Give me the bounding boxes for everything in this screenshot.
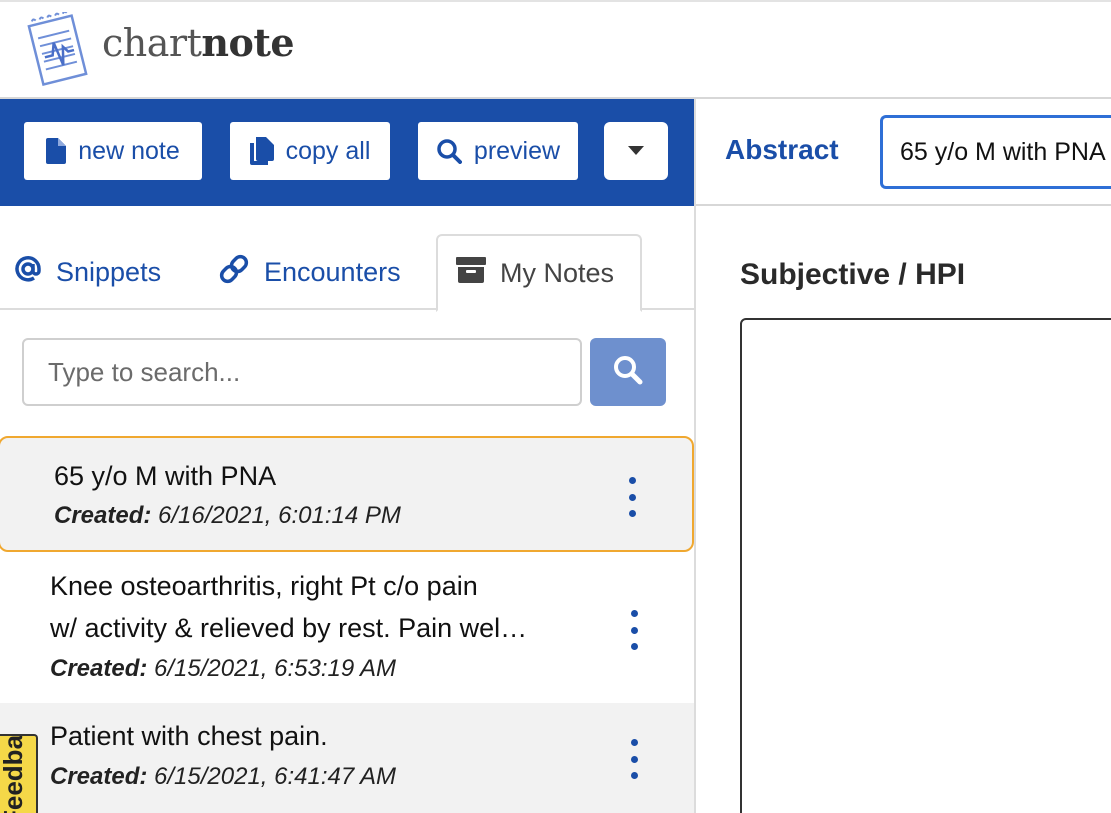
abstract-input[interactable] [880, 115, 1111, 189]
more-options-dropdown[interactable] [604, 122, 668, 180]
notepad-logo-icon[interactable] [22, 10, 94, 90]
kebab-menu-icon[interactable] [624, 610, 644, 650]
note-created: Created: 6/15/2021, 6:41:47 AM [50, 763, 396, 791]
subjective-hpi-editor[interactable] [740, 318, 1111, 813]
notes-search-button[interactable] [590, 338, 666, 406]
note-toolbar: new note copy all preview [0, 99, 695, 206]
search-icon [436, 138, 462, 164]
feedback-label: Feedback [0, 734, 28, 813]
notes-search-input[interactable] [22, 338, 582, 406]
note-list-item[interactable]: Patient with chest pain. Created: 6/15/2… [0, 703, 694, 813]
note-title-line-2: w/ activity & relieved by rest. Pain wel… [50, 613, 528, 643]
pane-divider[interactable] [694, 99, 696, 813]
created-date: 6/15/2021, 6:53:19 AM [154, 655, 396, 682]
at-icon [14, 255, 42, 290]
kebab-menu-icon[interactable] [622, 477, 642, 517]
preview-label: preview [473, 136, 561, 165]
created-date: 6/16/2021, 6:01:14 PM [158, 502, 401, 529]
note-title-line-1: Knee osteoarthritis, right Pt c/o pain [50, 571, 478, 601]
tab-my-notes-label: My Notes [500, 257, 615, 288]
kebab-menu-icon[interactable] [624, 739, 644, 779]
file-icon [46, 138, 67, 164]
sidebar-tabs: Snippets Encounters My Notes [0, 206, 694, 312]
app-logo-text[interactable]: chartnote [102, 20, 295, 65]
new-note-button[interactable]: new note [24, 122, 202, 180]
note-title: 65 y/o M with PNA [54, 461, 277, 491]
tab-my-notes[interactable]: My Notes [436, 234, 642, 312]
tab-snippets-label: Snippets [56, 256, 162, 287]
preview-button[interactable]: preview [418, 122, 578, 180]
abstract-row: Abstract [696, 99, 1111, 206]
note-list-item-selected[interactable]: 65 y/o M with PNA Created: 6/16/2021, 6:… [0, 436, 694, 552]
note-created: Created: 6/15/2021, 6:53:19 AM [50, 655, 396, 683]
copy-icon [249, 137, 274, 165]
created-label: Created: [54, 502, 152, 529]
archive-icon [456, 256, 486, 290]
note-title: Patient with chest pain. [50, 721, 328, 751]
caret-down-icon [628, 146, 644, 156]
created-date: 6/15/2021, 6:41:47 AM [154, 763, 396, 790]
tab-snippets[interactable]: Snippets [14, 234, 161, 310]
feedback-tab[interactable]: Feedback [0, 734, 38, 813]
section-title: Subjective / HPI [740, 258, 966, 291]
note-list-item[interactable]: Knee osteoarthritis, right Pt c/o pain w… [0, 556, 694, 702]
tab-encounters[interactable]: Encounters [218, 234, 401, 310]
abstract-label: Abstract [725, 134, 839, 165]
new-note-label: new note [78, 136, 180, 165]
copy-all-label: copy all [285, 136, 371, 165]
note-created: Created: 6/16/2021, 6:01:14 PM [54, 502, 401, 530]
app-header: chartnote [0, 0, 1111, 99]
created-label: Created: [50, 655, 148, 682]
created-label: Created: [50, 763, 148, 790]
search-icon [613, 355, 643, 390]
tab-encounters-label: Encounters [264, 256, 401, 287]
copy-all-button[interactable]: copy all [230, 122, 390, 180]
link-icon [218, 254, 250, 291]
